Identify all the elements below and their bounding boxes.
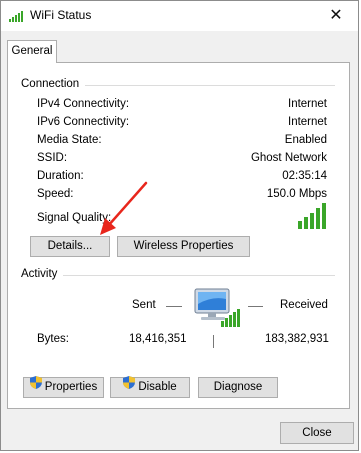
disable-label: Disable bbox=[138, 381, 177, 394]
properties-button[interactable]: Properties bbox=[23, 376, 104, 398]
disable-button[interactable]: Disable bbox=[110, 376, 190, 398]
close-button[interactable]: Close bbox=[280, 422, 354, 444]
media-state-value: Enabled bbox=[284, 134, 327, 146]
sent-dash bbox=[166, 306, 182, 307]
speed-label: Speed: bbox=[37, 188, 74, 200]
uac-shield-icon bbox=[123, 376, 136, 396]
ipv6-value: Internet bbox=[288, 116, 327, 128]
ssid-label: SSID: bbox=[37, 152, 68, 164]
ssid-value: Ghost Network bbox=[250, 152, 327, 164]
diagnose-button[interactable]: Diagnose bbox=[198, 377, 278, 398]
activity-separator bbox=[21, 275, 335, 276]
activity-heading: Activity bbox=[21, 268, 64, 280]
media-state-label: Media State: bbox=[37, 134, 102, 146]
window-close-icon[interactable]: ✕ bbox=[314, 1, 358, 31]
received-dash bbox=[248, 306, 263, 307]
tab-general[interactable]: General bbox=[7, 40, 57, 63]
uac-shield-icon bbox=[29, 376, 42, 396]
properties-label: Properties bbox=[44, 381, 98, 394]
general-panel: Connection IPv4 Connectivity: Internet I… bbox=[7, 62, 350, 409]
duration-value: 02:35:14 bbox=[282, 170, 327, 182]
connection-heading: Connection bbox=[21, 78, 86, 90]
red-arrow-annotation-icon bbox=[96, 180, 152, 241]
wifi-signal-icon bbox=[9, 11, 25, 25]
received-label: Received bbox=[280, 299, 328, 311]
activity-divider bbox=[213, 335, 214, 348]
bytes-label: Bytes: bbox=[37, 333, 69, 345]
signal-quality-bars-icon bbox=[298, 203, 328, 232]
network-computer-icon bbox=[191, 285, 243, 334]
title-bar[interactable]: WiFi Status ✕ bbox=[1, 1, 358, 31]
bytes-received-value: 183,382,931 bbox=[265, 333, 329, 345]
sent-label: Sent bbox=[132, 299, 156, 311]
ipv6-label: IPv6 Connectivity: bbox=[37, 116, 130, 128]
speed-value: 150.0 Mbps bbox=[266, 188, 327, 200]
duration-label: Duration: bbox=[37, 170, 84, 182]
window-title: WiFi Status bbox=[30, 8, 92, 22]
bytes-sent-value: 18,416,351 bbox=[129, 333, 187, 345]
ipv4-label: IPv4 Connectivity: bbox=[37, 98, 130, 110]
ipv4-value: Internet bbox=[288, 98, 327, 110]
wifi-status-window: WiFi Status ✕ General Connection IPv4 Co… bbox=[0, 0, 359, 451]
